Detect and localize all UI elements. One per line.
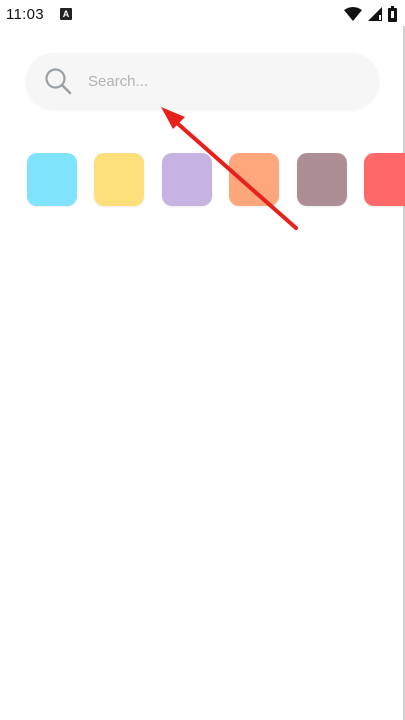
color-swatch-mauve[interactable] [297,153,347,206]
color-swatch-orange[interactable] [229,153,279,206]
search-input[interactable] [88,67,358,95]
status-time: 11:03 [6,6,44,23]
status-icons [344,6,397,22]
wifi-icon [344,7,362,21]
color-swatch-lavender[interactable] [162,153,212,206]
color-swatch-yellow[interactable] [94,153,144,206]
notification-icon: A [60,8,72,20]
search-icon[interactable] [44,67,72,95]
app-screen: 11:03 A [0,0,405,720]
status-bar: 11:03 A [0,0,405,30]
search-bar[interactable] [26,53,379,109]
battery-icon [388,6,397,22]
cell-signal-icon [368,7,382,21]
color-swatch-red[interactable] [364,153,405,206]
color-swatch-cyan[interactable] [27,153,77,206]
color-swatch-row [0,153,405,208]
